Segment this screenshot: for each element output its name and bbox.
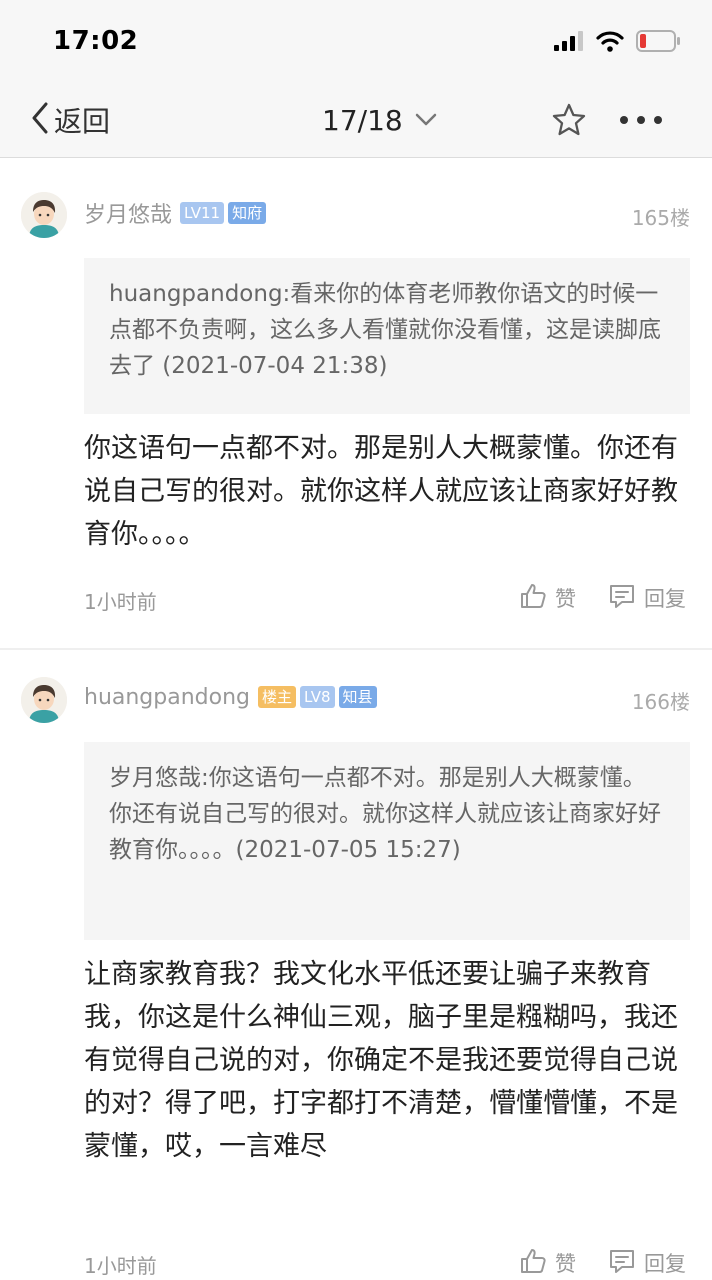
reply-label: 回复: [644, 1252, 686, 1276]
status-icons: [554, 30, 682, 56]
quoted-reply[interactable]: huangpandong:看来你的体育老师教你语文的时候一点都不负责啊，这么多人…: [84, 258, 690, 414]
thumbs-up-icon: [519, 582, 547, 614]
author-row: 岁月悠哉 LV11 知府: [84, 198, 270, 228]
level-badge: LV8: [300, 686, 335, 708]
rank-badge: 知府: [228, 202, 267, 224]
post-body: 让商家教育我？我文化水平低还要让骗子来教育我，你这是什么神仙三观，脑子里是糨糊吗…: [84, 959, 678, 1162]
level-badge: LV11: [180, 202, 225, 224]
rank-badge: 知县: [338, 686, 377, 708]
like-label: 赞: [555, 1252, 576, 1276]
like-label: 赞: [555, 587, 576, 611]
post-time: 1小时前: [84, 590, 157, 614]
quoted-reply[interactable]: 岁月悠哉:你这语句一点都不对。那是别人大概蒙懂。你还有说自己写的很对。就你这样人…: [84, 742, 690, 940]
floor-number: 165楼: [631, 206, 690, 230]
reply-button[interactable]: 回复: [608, 582, 686, 614]
chevron-left-icon: [30, 102, 50, 138]
chevron-down-icon: [415, 113, 437, 127]
author-name[interactable]: 岁月悠哉: [84, 197, 172, 229]
status-time: 17:02: [53, 26, 139, 56]
comment-icon: [608, 1247, 636, 1279]
wifi-icon: [596, 30, 624, 56]
author-name[interactable]: huangpandong: [84, 685, 250, 710]
nav-bar: 返回 17/18: [0, 84, 712, 158]
author-row: huangpandong 楼主 LV8 知县: [84, 682, 381, 712]
reply-post: huangpandong 楼主 LV8 知县 166楼 岁月悠哉:你这语句一点都…: [0, 650, 712, 1280]
op-badge: 楼主: [258, 686, 297, 708]
cellular-signal-icon: [554, 31, 584, 55]
post-time: 1小时前: [84, 1254, 157, 1278]
status-bar: 17:02: [0, 0, 712, 84]
reply-post: 岁月悠哉 LV11 知府 165楼 huangpandong:看来你的体育老师教…: [0, 160, 712, 648]
reply-label: 回复: [644, 587, 686, 611]
comment-icon: [608, 582, 636, 614]
back-button[interactable]: 返回: [30, 100, 110, 140]
avatar[interactable]: [21, 677, 67, 723]
avatar[interactable]: [21, 192, 67, 238]
favorite-button[interactable]: [551, 102, 587, 138]
like-button[interactable]: 赞: [519, 582, 576, 614]
like-button[interactable]: 赞: [519, 1247, 576, 1279]
more-dots-icon[interactable]: [620, 106, 662, 134]
post-body: 你这语句一点都不对。那是别人大概蒙懂。你还有说自己写的很对。就你这样人就应该让商…: [84, 433, 678, 550]
page-label: 17/18: [322, 103, 403, 137]
reply-button[interactable]: 回复: [608, 1247, 686, 1279]
thumbs-up-icon: [519, 1247, 547, 1279]
star-icon: [551, 103, 587, 142]
page-selector[interactable]: 17/18: [322, 100, 437, 140]
floor-number: 166楼: [631, 690, 690, 714]
back-label: 返回: [54, 105, 111, 138]
battery-low-icon: [636, 30, 682, 56]
